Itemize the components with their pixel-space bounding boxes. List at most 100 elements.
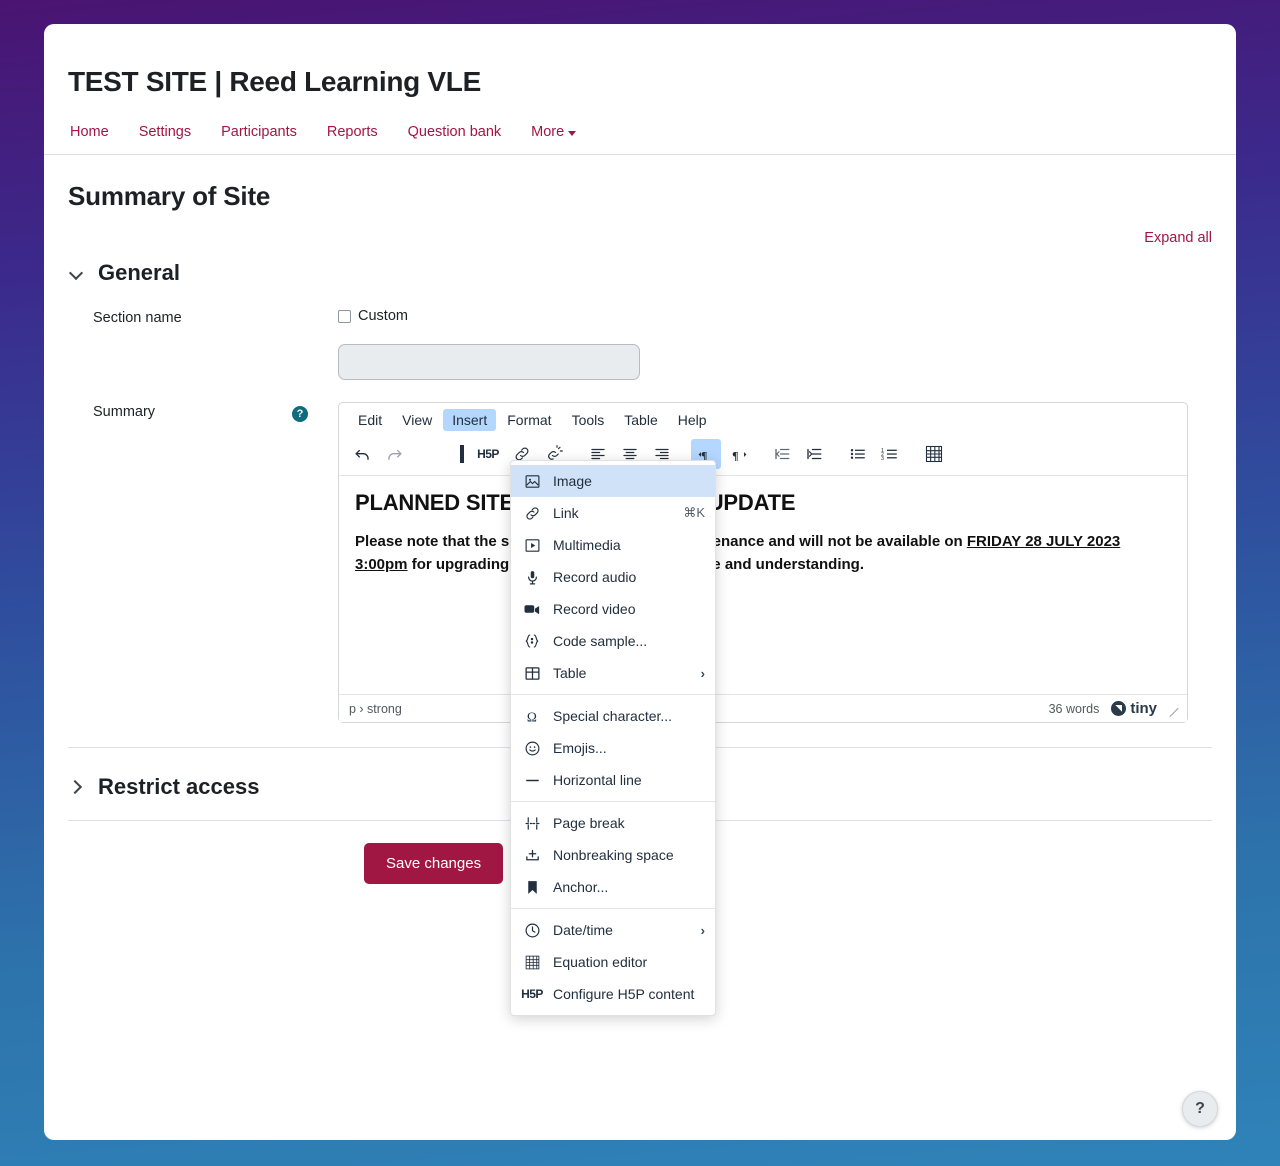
menu-item-label: Equation editor <box>553 954 705 970</box>
nav-item-reports[interactable]: Reports <box>327 124 378 140</box>
section-title-restrict-access: Restrict access <box>98 774 259 800</box>
menu-item-label: Page break <box>553 815 705 831</box>
nav-item-participants[interactable]: Participants <box>221 124 297 140</box>
editor-resize-handle[interactable] <box>1167 703 1179 715</box>
undo-icon[interactable] <box>347 439 377 469</box>
editor-toolbar: H5P <box>339 436 1187 476</box>
bold-icon[interactable] <box>455 439 469 469</box>
indent-icon[interactable] <box>799 439 829 469</box>
menu-tools[interactable]: Tools <box>563 409 614 431</box>
h5p-icon: H5P <box>521 987 543 1001</box>
custom-checkbox-row[interactable]: Custom <box>338 308 1212 324</box>
menu-item-label: Record video <box>553 601 705 617</box>
menu-item-code-sample[interactable]: Code sample... <box>511 625 715 657</box>
rtl-icon[interactable]: ¶ <box>723 439 753 469</box>
menu-view[interactable]: View <box>393 409 441 431</box>
menu-divider <box>511 801 715 802</box>
equation-icon[interactable] <box>919 439 949 469</box>
menu-divider <box>511 694 715 695</box>
outdent-icon[interactable] <box>767 439 797 469</box>
editor-content-area[interactable]: PLANNED SITE MAINTENANCE & UPDATE Please… <box>339 476 1187 694</box>
nav-item-question-bank[interactable]: Question bank <box>408 124 502 140</box>
nav-item-settings[interactable]: Settings <box>139 124 191 140</box>
menu-item-label: Record audio <box>553 569 705 585</box>
menu-item-configure-h5p[interactable]: H5P Configure H5P content <box>511 978 715 1010</box>
expand-all-row: Expand all <box>68 230 1212 246</box>
menu-item-equation-editor[interactable]: Equation editor <box>511 946 715 978</box>
form-row-section-name: Section name Custom <box>68 308 1212 380</box>
menu-item-label: Special character... <box>553 708 705 724</box>
menu-item-page-break[interactable]: Page break <box>511 807 715 839</box>
emoji-icon <box>521 740 543 757</box>
menu-item-table[interactable]: Table › <box>511 657 715 689</box>
blocks-format-select[interactable] <box>423 439 453 469</box>
page-title: Summary of Site <box>68 181 1212 212</box>
menu-item-label: Date/time <box>553 922 691 938</box>
menu-item-link[interactable]: Link ⌘K <box>511 497 715 529</box>
numbered-list-icon[interactable]: 123 <box>875 439 905 469</box>
table-icon <box>521 665 543 682</box>
page-break-icon <box>521 815 543 832</box>
element-path[interactable]: p › strong <box>349 702 402 716</box>
image-icon <box>521 473 543 490</box>
editor-menubar: Edit View Insert Format Tools Table Help <box>339 403 1187 436</box>
help-floating-button[interactable]: ? <box>1182 1091 1218 1127</box>
doc-paragraph: Please note that the site will undergo s… <box>355 530 1171 577</box>
save-changes-button[interactable]: Save changes <box>364 843 503 884</box>
chevron-down-icon <box>568 131 576 136</box>
h5p-label: H5P <box>521 987 543 1001</box>
chevron-right-icon <box>68 779 84 795</box>
menu-table[interactable]: Table <box>615 409 666 431</box>
expand-all-link[interactable]: Expand all <box>1144 230 1212 246</box>
doc-heading: PLANNED SITE MAINTENANCE & UPDATE <box>355 490 1171 516</box>
menu-item-record-audio[interactable]: Record audio <box>511 561 715 593</box>
video-camera-icon <box>521 600 543 618</box>
menu-help[interactable]: Help <box>669 409 716 431</box>
label-summary: Summary ? <box>68 402 338 723</box>
menu-edit[interactable]: Edit <box>349 409 391 431</box>
bullet-list-icon[interactable] <box>843 439 873 469</box>
label-section-name: Section name <box>68 308 338 380</box>
menu-item-label: Emojis... <box>553 740 705 756</box>
menu-item-emojis[interactable]: Emojis... <box>511 732 715 764</box>
menu-item-horizontal-line[interactable]: Horizontal line <box>511 764 715 796</box>
menu-format[interactable]: Format <box>498 409 560 431</box>
menu-insert[interactable]: Insert <box>443 409 496 431</box>
menu-divider <box>511 908 715 909</box>
clock-icon <box>521 922 543 939</box>
custom-checkbox[interactable] <box>338 310 351 323</box>
chevron-right-icon: › <box>701 666 705 681</box>
menu-item-label: Image <box>553 473 705 489</box>
nav-item-home[interactable]: Home <box>70 124 109 140</box>
section-name-input[interactable] <box>338 344 640 380</box>
redo-icon[interactable] <box>379 439 409 469</box>
tinymce-brand-link[interactable]: tiny <box>1111 700 1157 717</box>
nav-item-more[interactable]: More <box>531 124 576 140</box>
field-section-name: Custom <box>338 308 1212 380</box>
tinymce-logo-icon <box>1111 701 1126 716</box>
menu-item-image[interactable]: Image <box>511 465 715 497</box>
section-header-general[interactable]: General <box>68 260 1212 286</box>
equation-icon <box>521 954 543 971</box>
svg-text:3: 3 <box>881 456 884 462</box>
menu-item-anchor[interactable]: Anchor... <box>511 871 715 903</box>
menu-item-special-character[interactable]: Ω Special character... <box>511 700 715 732</box>
omega-icon: Ω <box>521 708 543 725</box>
menu-item-label: Configure H5P content <box>553 986 705 1002</box>
nav-item-more-label: More <box>531 124 564 140</box>
help-icon[interactable]: ? <box>292 406 308 422</box>
field-summary: Edit View Insert Format Tools Table Help <box>338 402 1212 723</box>
editor-statusbar: p › strong 36 words tiny <box>339 694 1187 722</box>
menu-item-date-time[interactable]: Date/time › <box>511 914 715 946</box>
label-summary-text: Summary <box>93 404 155 420</box>
menu-item-nonbreaking-space[interactable]: Nonbreaking space <box>511 839 715 871</box>
horizontal-line-icon <box>521 772 543 789</box>
link-icon <box>521 505 543 522</box>
menu-item-multimedia[interactable]: Multimedia <box>511 529 715 561</box>
word-count[interactable]: 36 words <box>1049 702 1100 716</box>
h5p-icon[interactable]: H5P <box>471 439 505 469</box>
tinymce-editor: Edit View Insert Format Tools Table Help <box>338 402 1188 723</box>
svg-text:¶: ¶ <box>732 448 738 462</box>
menu-item-label: Link <box>553 505 673 521</box>
menu-item-record-video[interactable]: Record video <box>511 593 715 625</box>
